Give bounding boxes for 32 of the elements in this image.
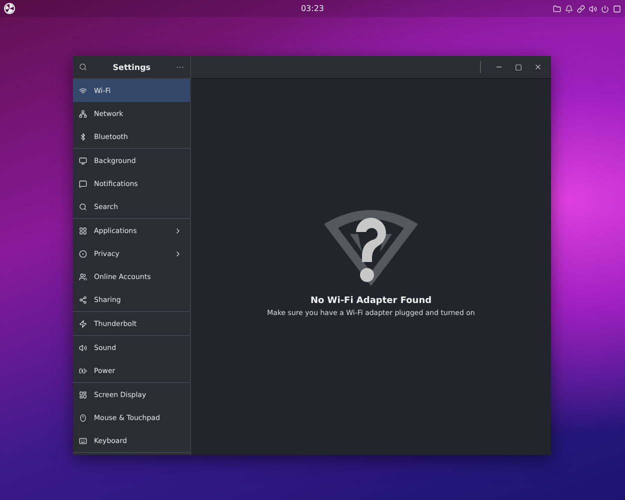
power-icon[interactable] (601, 4, 609, 12)
speaker-icon (79, 344, 87, 352)
monitor-icon (79, 156, 87, 164)
bluetooth-icon (79, 132, 87, 140)
wifi-icon (79, 86, 87, 94)
share-icon (79, 296, 87, 304)
search-icon[interactable] (79, 63, 87, 71)
clock[interactable]: 03:23 (300, 4, 324, 13)
chevron-icon (174, 250, 182, 258)
logo-icon[interactable] (4, 3, 15, 14)
volume-icon[interactable] (589, 4, 597, 12)
users-icon (79, 272, 87, 280)
keyboard-icon (79, 436, 87, 444)
battery-icon (79, 366, 87, 374)
link-icon[interactable] (577, 4, 585, 12)
grid-icon (79, 226, 87, 234)
window-icon[interactable] (613, 4, 621, 12)
circle-dot-icon (79, 250, 87, 258)
message-icon (79, 180, 87, 188)
search-icon (79, 202, 87, 210)
maximize-button[interactable] (515, 64, 522, 70)
close-button[interactable] (534, 63, 542, 71)
network-icon (79, 110, 87, 118)
bell-icon[interactable] (565, 4, 573, 12)
more-button[interactable]: ··· (176, 62, 184, 72)
window-title: Settings (112, 62, 151, 72)
dashboard-icon (79, 390, 87, 398)
empty-state-title: No Wi-Fi Adapter Found (310, 296, 432, 306)
folder-icon[interactable] (553, 4, 561, 12)
mouse-icon (79, 414, 87, 422)
lightning-icon (79, 320, 87, 328)
chevron-icon (174, 226, 182, 234)
